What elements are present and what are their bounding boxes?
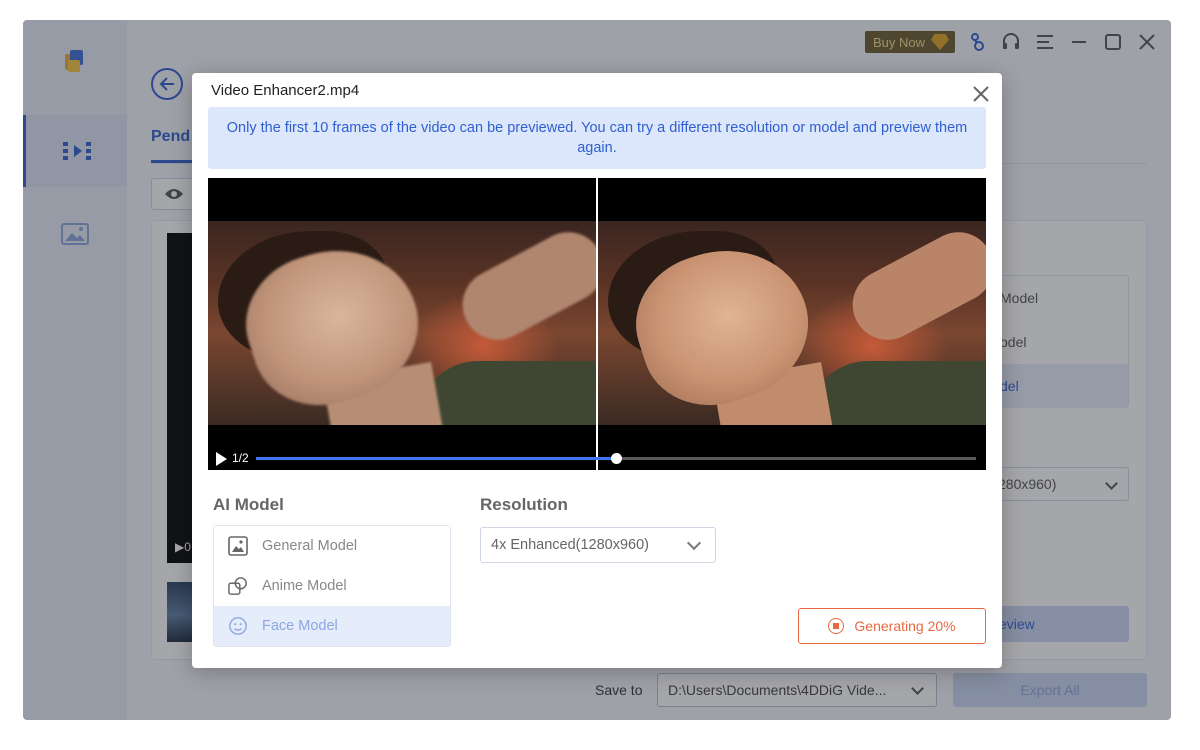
- model-option-general[interactable]: General Model: [214, 526, 450, 566]
- dialog-title: Video Enhancer2.mp4: [211, 82, 360, 99]
- ai-model-list: General Model Anime Model Face Model: [213, 525, 451, 647]
- comparison-divider-handle[interactable]: [596, 178, 598, 470]
- playback-progress-bar[interactable]: [256, 453, 976, 464]
- comparison-preview: 1/2: [208, 178, 986, 470]
- progress-fill: [256, 457, 616, 460]
- preview-dialog: Video Enhancer2.mp4 Only the first 10 fr…: [192, 73, 1002, 668]
- preview-notice: Only the first 10 frames of the video ca…: [208, 107, 986, 169]
- original-frame: [208, 221, 596, 425]
- model-option-label: Anime Model: [262, 578, 347, 594]
- model-option-anime[interactable]: Anime Model: [214, 566, 450, 606]
- progress-knob[interactable]: [611, 453, 622, 464]
- close-icon: [973, 86, 989, 102]
- resolution-label: Resolution: [480, 495, 568, 514]
- enhanced-frame: [598, 221, 986, 425]
- play-icon[interactable]: [216, 452, 227, 466]
- resolution-value: 4x Enhanced(1280x960): [491, 537, 650, 553]
- ai-model-label: AI Model: [213, 495, 284, 514]
- image-icon: [228, 536, 248, 556]
- generating-stop-button[interactable]: Generating 20%: [798, 608, 986, 644]
- anime-icon: [228, 576, 248, 596]
- close-dialog-button[interactable]: [972, 85, 990, 103]
- generating-label: Generating 20%: [854, 618, 956, 634]
- stop-icon: [828, 618, 845, 634]
- chevron-down-icon: [686, 535, 702, 551]
- face-icon: [228, 616, 248, 636]
- model-option-label: General Model: [262, 538, 358, 554]
- frame-counter: 1/2: [232, 451, 249, 465]
- resolution-select[interactable]: 4x Enhanced(1280x960): [480, 527, 716, 563]
- model-option-face[interactable]: Face Model: [214, 606, 450, 646]
- model-option-label: Face Model: [262, 618, 338, 634]
